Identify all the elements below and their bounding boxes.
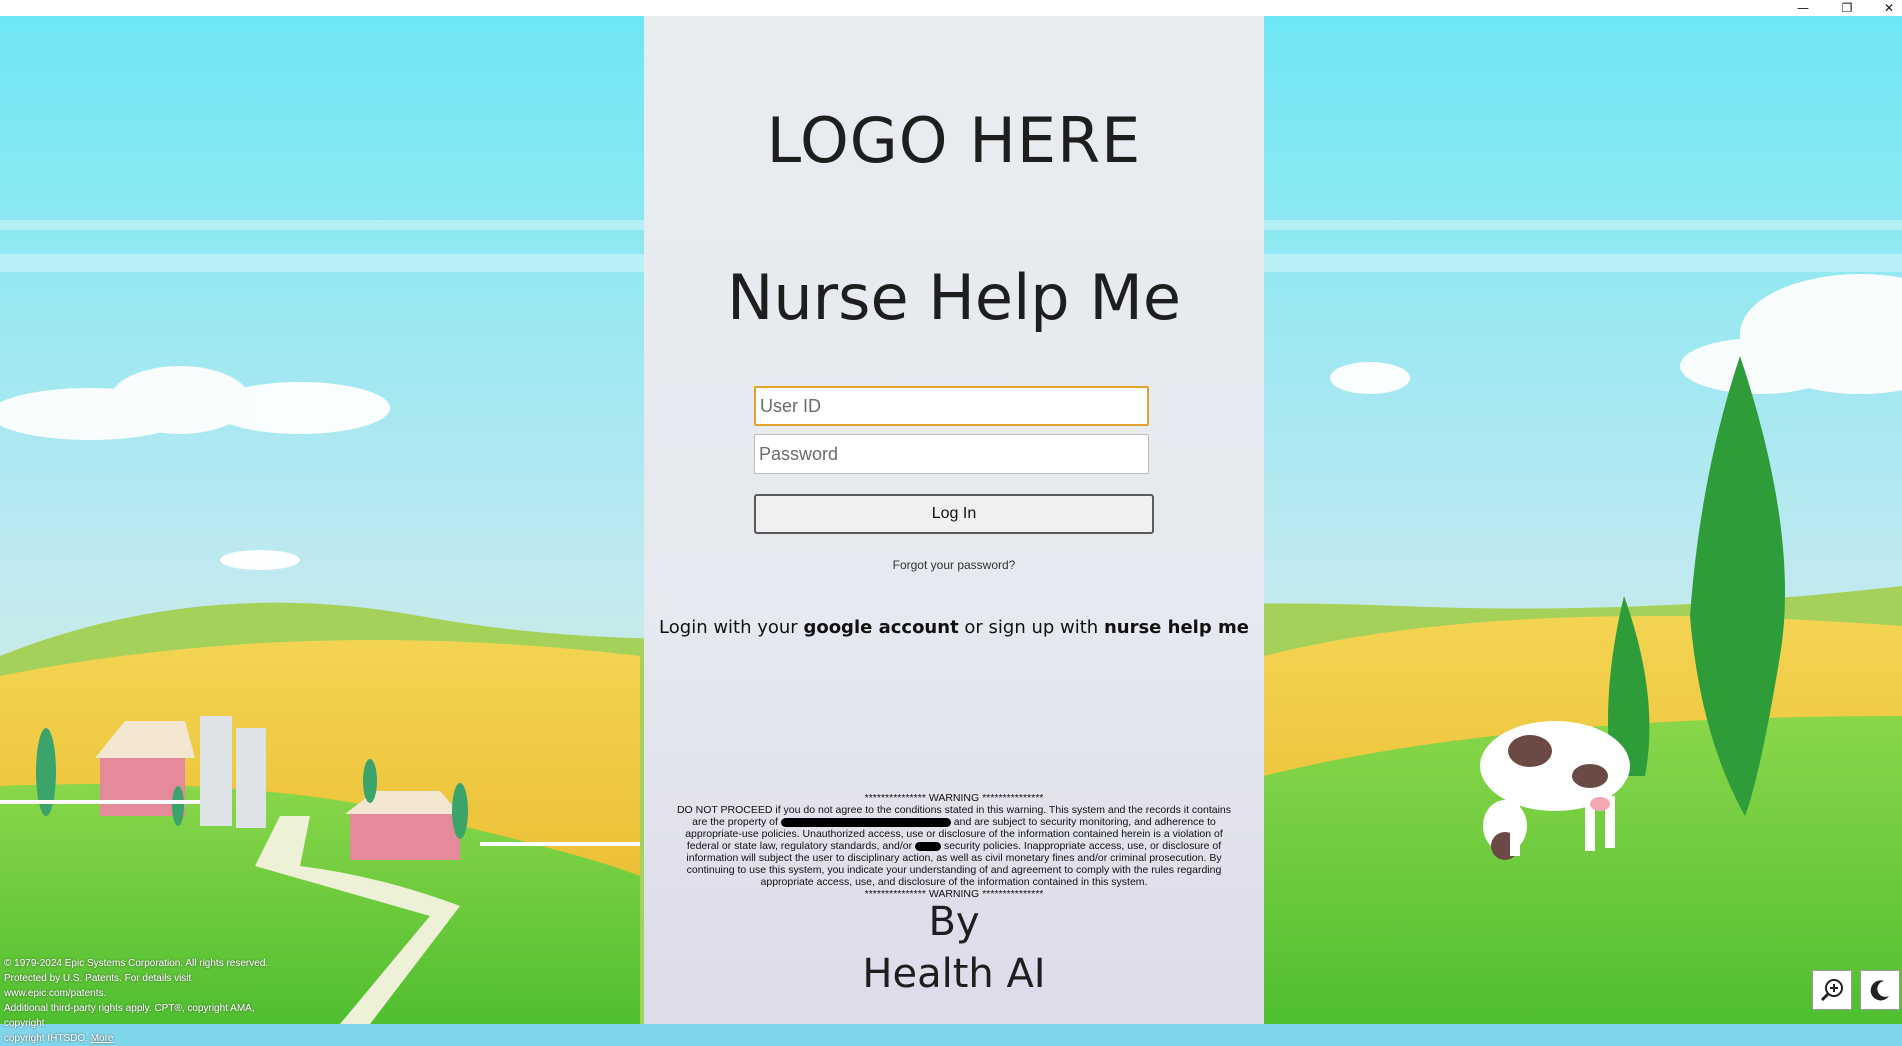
zoom-button[interactable] xyxy=(1812,970,1852,1010)
warning-line: and are subject to security monitoring, … xyxy=(953,816,1216,828)
copyright-notice: © 1979-2024 Epic Systems Corporation. Al… xyxy=(4,956,294,1046)
zoom-in-icon xyxy=(1820,979,1843,1002)
log-in-button[interactable]: Log In xyxy=(754,494,1154,534)
warning-line: are the property of xyxy=(692,816,778,828)
close-icon[interactable]: ✕ xyxy=(1874,0,1902,16)
warning-line: information will subject the user to dis… xyxy=(686,852,1222,864)
nurse-help-me-signup-link[interactable]: nurse help me xyxy=(1104,617,1249,638)
dark-mode-moon-icon xyxy=(1870,980,1889,1001)
warning-header: *************** WARNING *************** xyxy=(864,792,1044,804)
logo-placeholder: LOGO HERE xyxy=(766,104,1142,177)
app-title: Nurse Help Me xyxy=(726,261,1181,334)
login-panel: LOGO HERE Nurse Help Me Log In Forgot yo… xyxy=(644,16,1264,1024)
warning-line: federal or state law, regulatory standar… xyxy=(686,840,913,852)
warning-line: DO NOT PROCEED if you do not agree to th… xyxy=(676,804,1232,816)
warning-line: continuing to use this system, you indic… xyxy=(686,864,1222,876)
warning-line: security policies. Inappropriate access,… xyxy=(943,840,1222,852)
copyright-line: Protected by U.S. Patents. For details v… xyxy=(4,973,192,999)
copyright-line: copyright IHTSDO. xyxy=(4,1033,88,1044)
by-label: By xyxy=(928,899,980,945)
minimize-icon[interactable]: — xyxy=(1788,0,1818,16)
social-login-text: Login with your google account or sign u… xyxy=(644,617,1264,638)
forgot-password-link[interactable]: Forgot your password? xyxy=(644,558,1264,572)
copyright-more-link[interactable]: More xyxy=(91,1033,114,1044)
social-prefix: Login with your xyxy=(659,617,804,638)
redacted-text xyxy=(780,817,951,827)
social-middle: or sign up with xyxy=(958,617,1104,638)
company-name: Health AI xyxy=(862,951,1046,997)
user-id-input[interactable] xyxy=(754,386,1149,426)
security-warning: *************** WARNING *************** … xyxy=(664,792,1244,900)
copyright-line: © 1979-2024 Epic Systems Corporation. Al… xyxy=(4,958,269,969)
credit: By Health AI xyxy=(644,896,1264,1000)
password-input[interactable] xyxy=(754,434,1149,474)
warning-line: appropriate-use policies. Unauthorized a… xyxy=(685,828,1223,840)
restore-icon[interactable]: ❐ xyxy=(1832,0,1862,16)
redacted-text xyxy=(915,841,942,851)
warning-line: appropriate access, use, and disclosure … xyxy=(760,876,1148,888)
copyright-line: Additional third-party rights apply. CPT… xyxy=(4,1003,255,1029)
google-account-link[interactable]: google account xyxy=(803,617,958,638)
window-title-bar: — ❐ ✕ xyxy=(0,0,1902,16)
theme-toggle-button[interactable] xyxy=(1860,970,1900,1010)
